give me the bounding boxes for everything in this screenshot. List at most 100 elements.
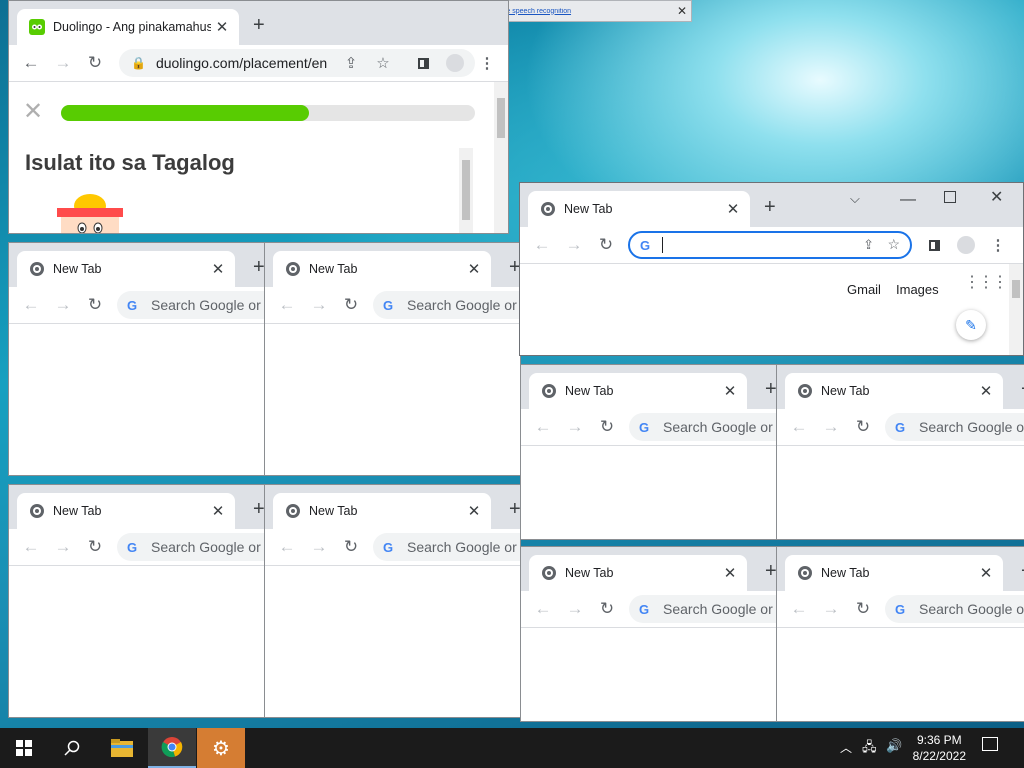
tab-new-tab[interactable]: New Tab ✕ (17, 493, 235, 529)
tab-close-icon[interactable]: ✕ (211, 18, 233, 36)
address-bar[interactable]: G Search Google or type a URL (373, 291, 520, 319)
tab-close-icon[interactable]: ✕ (975, 564, 997, 582)
volume-icon[interactable]: 🔊 (886, 738, 902, 754)
back-arrow-icon[interactable]: ← (19, 535, 43, 559)
forward-arrow-icon[interactable]: → (51, 535, 75, 559)
new-tab-button[interactable]: + (253, 499, 264, 519)
side-panel-icon[interactable] (411, 51, 435, 75)
tab-new-tab[interactable]: New Tab ✕ (273, 493, 491, 529)
tab-new-tab[interactable]: New Tab ✕ (273, 251, 491, 287)
share-icon[interactable]: ⇪ (339, 51, 363, 75)
back-arrow-icon[interactable]: ← (19, 293, 43, 317)
page-scrollbar-thumb[interactable] (497, 98, 505, 138)
close-lesson-icon[interactable]: ✕ (23, 100, 43, 124)
file-explorer-icon[interactable] (98, 728, 146, 768)
tab-close-icon[interactable]: ✕ (975, 382, 997, 400)
more-menu-icon[interactable]: ⋮ (986, 233, 1010, 257)
address-bar[interactable]: G Search Google or type a URL (629, 595, 776, 623)
side-panel-icon[interactable] (922, 233, 946, 257)
maximize-icon[interactable] (944, 191, 956, 203)
images-link[interactable]: Images (896, 282, 939, 297)
tab-new-tab[interactable]: New Tab ✕ (529, 555, 747, 591)
chrome-icon[interactable] (148, 728, 196, 768)
bookmark-star-icon[interactable]: ☆ (887, 236, 900, 253)
reload-icon[interactable]: ↻ (83, 293, 107, 317)
reload-icon[interactable]: ↻ (851, 415, 875, 439)
reload-icon[interactable]: ↻ (595, 597, 619, 621)
back-arrow-icon[interactable]: ← (275, 535, 299, 559)
forward-arrow-icon[interactable]: → (563, 415, 587, 439)
page-scrollbar[interactable] (494, 82, 508, 233)
tab-new-tab[interactable]: New Tab ✕ (528, 191, 750, 227)
address-bar[interactable]: G Search Google or type a URL (885, 413, 1024, 441)
bookmark-star-icon[interactable]: ☆ (371, 51, 395, 75)
reload-icon[interactable]: ↻ (83, 535, 107, 559)
window-close-icon[interactable]: ✕ (990, 187, 1003, 207)
forward-arrow-icon[interactable]: → (51, 293, 75, 317)
tab-close-icon[interactable]: ✕ (463, 502, 485, 520)
address-bar[interactable]: G ⇪ ☆ (628, 231, 912, 259)
forward-arrow-icon[interactable]: → (819, 597, 843, 621)
reload-icon[interactable]: ↻ (339, 293, 363, 317)
back-arrow-icon[interactable]: ← (19, 51, 43, 75)
tab-duolingo[interactable]: Duolingo - Ang pinakamahusa ✕ (17, 9, 239, 45)
settings-gear-icon[interactable]: ⚙ (197, 728, 245, 768)
address-bar[interactable]: G Search Google or type a URL (373, 533, 520, 561)
customize-pencil-icon[interactable]: ✎ (956, 310, 986, 340)
address-bar[interactable]: G Search Google or type a URL (117, 533, 264, 561)
tab-close-icon[interactable]: ✕ (719, 564, 741, 582)
minimize-icon[interactable]: — (900, 191, 916, 209)
forward-arrow-icon[interactable]: → (307, 535, 331, 559)
profile-avatar-icon[interactable] (443, 51, 467, 75)
gmail-link[interactable]: Gmail (847, 282, 881, 297)
google-apps-icon[interactable]: ⋮⋮⋮ (964, 275, 1008, 291)
profile-avatar-icon[interactable] (954, 233, 978, 257)
forward-arrow-icon[interactable]: → (819, 415, 843, 439)
tab-close-icon[interactable]: ✕ (463, 260, 485, 278)
tab-close-icon[interactable]: ✕ (722, 200, 744, 218)
address-bar[interactable]: G Search Google or type a URL (117, 291, 264, 319)
more-menu-icon[interactable]: ⋮ (475, 51, 499, 75)
tab-close-icon[interactable]: ✕ (207, 502, 229, 520)
tab-new-tab[interactable]: New Tab ✕ (17, 251, 235, 287)
inner-scrollbar-thumb[interactable] (462, 160, 470, 220)
chevron-down-icon[interactable]: ⌵ (850, 191, 860, 207)
new-tab-button[interactable]: + (764, 197, 776, 217)
reload-icon[interactable]: ↻ (595, 415, 619, 439)
show-hidden-icons-chevron-icon[interactable]: ︿ (840, 739, 852, 756)
back-arrow-icon[interactable]: ← (531, 415, 555, 439)
reload-icon[interactable]: ↻ (339, 535, 363, 559)
reload-icon[interactable]: ↻ (851, 597, 875, 621)
back-arrow-icon[interactable]: ← (275, 293, 299, 317)
back-arrow-icon[interactable]: ← (787, 597, 811, 621)
tab-close-icon[interactable]: ✕ (719, 382, 741, 400)
new-tab-button[interactable]: + (253, 15, 265, 35)
page-scrollbar[interactable] (1009, 264, 1023, 355)
address-bar[interactable]: G Search Google or type a URL (885, 595, 1024, 623)
share-icon[interactable]: ⇪ (863, 237, 874, 253)
back-arrow-icon[interactable]: ← (530, 233, 554, 257)
address-bar[interactable]: G Search Google or type a URL (629, 413, 776, 441)
notifications-icon[interactable] (982, 737, 998, 751)
network-icon[interactable]: 🖧 (862, 738, 877, 760)
tab-close-icon[interactable]: ✕ (207, 260, 229, 278)
back-arrow-icon[interactable]: ← (531, 597, 555, 621)
new-tab-button[interactable]: + (765, 561, 776, 581)
forward-arrow-icon[interactable]: → (307, 293, 331, 317)
search-icon[interactable] (48, 728, 96, 768)
new-tab-button[interactable]: + (509, 499, 520, 519)
dictation-close-icon[interactable]: ✕ (673, 4, 691, 18)
back-arrow-icon[interactable]: ← (787, 415, 811, 439)
forward-arrow-icon[interactable]: → (563, 597, 587, 621)
tab-new-tab[interactable]: New Tab ✕ (785, 373, 1003, 409)
new-tab-button[interactable]: + (765, 379, 776, 399)
tab-new-tab[interactable]: New Tab ✕ (529, 373, 747, 409)
clock[interactable]: 9:36 PM 8/22/2022 (913, 732, 966, 764)
reload-icon[interactable]: ↻ (594, 233, 618, 257)
forward-arrow-icon[interactable]: → (562, 233, 586, 257)
new-tab-button[interactable]: + (253, 257, 264, 277)
page-scrollbar-thumb[interactable] (1012, 280, 1020, 298)
reload-icon[interactable]: ↻ (83, 51, 107, 75)
inner-scrollbar[interactable] (459, 148, 473, 233)
forward-arrow-icon[interactable]: → (51, 51, 75, 75)
